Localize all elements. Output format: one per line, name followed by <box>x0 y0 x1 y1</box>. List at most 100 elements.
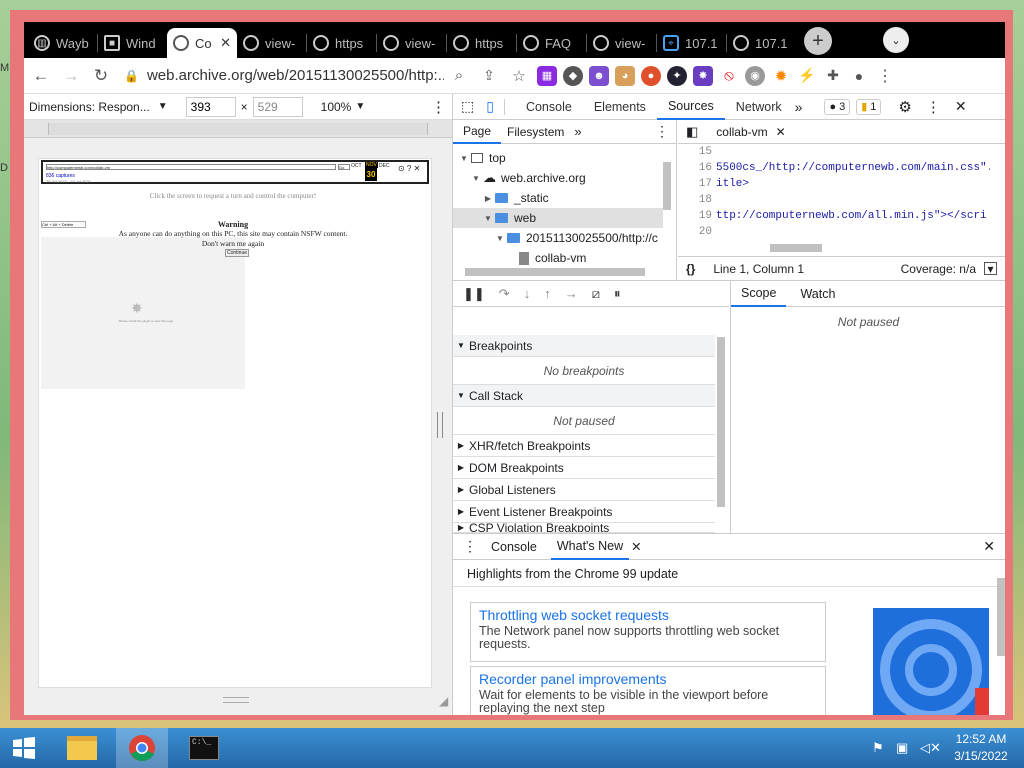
scrollbar[interactable] <box>663 162 671 210</box>
clock-date[interactable]: 3/15/2022 <box>948 749 1014 763</box>
device-toggle-icon[interactable]: ▯ <box>486 98 494 115</box>
code-line[interactable]: 19 ttp://computernewb.com/all.min.js"></s… <box>678 210 990 226</box>
step-over-icon[interactable]: ↷ <box>499 286 510 302</box>
network-icon[interactable]: ▣ <box>896 740 908 756</box>
browser-tab[interactable]: FAQ <box>517 28 586 58</box>
cal-prev-month[interactable]: OCT <box>351 163 362 169</box>
dropdown-arrow-icon[interactable]: ▼ <box>158 101 168 112</box>
extension-icon[interactable]: ◕ <box>615 65 635 86</box>
menu-kebab-icon[interactable]: ⋮ <box>655 123 669 140</box>
extension-icon[interactable]: ⚡ <box>797 65 817 86</box>
viewport-width-input[interactable] <box>185 96 236 117</box>
code-line[interactable]: 16 5500cs_/http://computernewb.com/main.c… <box>678 162 990 178</box>
section-call-stack[interactable]: ▼ Call Stack <box>453 385 715 407</box>
capture-calendar[interactable]: OCT NOV 30 DEC <box>351 162 391 183</box>
wayback-icons[interactable]: ⊙ ? ✕ <box>398 164 420 173</box>
wayback-go-button[interactable]: Go <box>338 164 350 170</box>
warnings-badge[interactable]: ▮ 1 <box>856 98 882 115</box>
tab-sources[interactable]: Sources <box>656 94 725 120</box>
dropdown-arrow-icon[interactable]: ▼ <box>355 101 365 112</box>
tree-item-folder[interactable]: ▼ 20151130025500/http://c <box>453 228 663 248</box>
close-drawer-icon[interactable]: ✕ <box>983 538 995 555</box>
extension-icon[interactable]: ☻ <box>589 65 609 86</box>
menu-kebab-icon[interactable]: ⋮ <box>431 98 446 116</box>
profile-icon[interactable]: ● <box>849 65 869 86</box>
browser-tab[interactable]: ▥ Wayb <box>28 28 97 58</box>
tab-whats-new[interactable]: What's New <box>550 534 630 560</box>
tab-filesystem[interactable]: Filesystem <box>501 125 570 139</box>
deactivate-breakpoints-icon[interactable]: ⧄ <box>592 286 600 302</box>
browser-tab[interactable]: view- <box>237 28 306 58</box>
clock-time[interactable]: 12:52 AM <box>948 732 1014 746</box>
menu-kebab-icon[interactable]: ⋮ <box>875 65 895 86</box>
browser-tab[interactable]: ■ Wind <box>98 28 167 58</box>
bookmark-star-icon[interactable]: ☆ <box>504 61 534 91</box>
close-icon[interactable]: ✕ <box>776 125 786 139</box>
wayback-url-field[interactable]: http://computernewb.com/collab-vm <box>46 164 336 170</box>
code-line[interactable]: 18 <box>678 194 990 210</box>
scrollbar[interactable] <box>717 337 725 507</box>
gear-icon[interactable]: ⚙ <box>898 98 911 116</box>
volume-muted-icon[interactable]: ◁✕ <box>920 740 941 756</box>
browser-tab[interactable]: 107.1 <box>727 28 796 58</box>
terminal-taskbar-button[interactable]: C:\_ <box>178 728 230 768</box>
menu-kebab-icon[interactable]: ⋮ <box>463 538 477 555</box>
tab-elements[interactable]: Elements <box>583 94 657 120</box>
share-icon[interactable]: ⇪ <box>474 61 504 91</box>
extensions-puzzle-icon[interactable]: ✚ <box>823 65 843 86</box>
tree-item-top[interactable]: ▼ top <box>453 148 663 168</box>
tab-watch[interactable]: Watch <box>786 287 849 301</box>
tree-item-folder[interactable]: ▶ _static <box>453 188 663 208</box>
errors-badge[interactable]: ● 3 <box>824 98 851 115</box>
scrollbar[interactable] <box>465 268 645 276</box>
inspect-element-icon[interactable]: ⬚ <box>461 98 474 115</box>
new-tab-button[interactable]: + <box>804 27 832 55</box>
tree-item-domain[interactable]: ▼ ☁ web.archive.org <box>453 168 663 188</box>
continue-button[interactable]: Continue <box>225 249 249 257</box>
more-tabs-icon[interactable]: » <box>574 124 581 139</box>
file-explorer-button[interactable] <box>58 728 106 768</box>
code-line[interactable]: 15 <box>678 146 990 162</box>
scrollbar[interactable] <box>997 578 1005 656</box>
menu-kebab-icon[interactable]: ⋮ <box>926 98 941 116</box>
toggle-navigator-icon[interactable]: ◧ <box>686 124 698 140</box>
tab-page[interactable]: Page <box>453 120 502 144</box>
browser-tab[interactable]: https <box>307 28 376 58</box>
extension-icon[interactable]: ✦ <box>667 65 687 86</box>
tab-drawer-console[interactable]: Console <box>491 540 537 554</box>
tab-scope[interactable]: Scope <box>731 281 787 307</box>
browser-tab[interactable]: view- <box>587 28 656 58</box>
browser-tab[interactable]: view- <box>377 28 446 58</box>
chrome-taskbar-button[interactable] <box>116 728 168 768</box>
pause-on-exceptions-icon[interactable]: ⏸ <box>614 286 621 302</box>
zoom-search-icon[interactable]: ⌕ <box>444 61 474 91</box>
extension-icon[interactable]: ✹ <box>771 65 791 86</box>
forward-arrow-icon[interactable]: → <box>56 61 86 91</box>
section-event-listener-breakpoints[interactable]: ▶ Event Listener Breakpoints <box>453 501 715 523</box>
extension-icon[interactable]: ● <box>641 65 661 86</box>
extension-icon[interactable]: ▦ <box>537 65 557 86</box>
tab-console[interactable]: Console <box>515 94 583 120</box>
action-center-icon[interactable]: ⚑ <box>872 740 884 756</box>
close-icon[interactable]: ✕ <box>631 539 641 554</box>
browser-tab[interactable]: ⌖ 107.1 <box>657 28 726 58</box>
start-button[interactable] <box>0 728 48 768</box>
card-title[interactable]: Recorder panel improvements <box>479 671 817 687</box>
section-xhr-breakpoints[interactable]: ▶ XHR/fetch Breakpoints <box>453 435 715 457</box>
block-icon[interactable]: ⦸ <box>719 65 739 86</box>
section-dom-breakpoints[interactable]: ▶ DOM Breakpoints <box>453 457 715 479</box>
tab-network[interactable]: Network <box>725 94 793 120</box>
close-icon[interactable]: ✕ <box>955 98 967 115</box>
code-line[interactable]: 20 <box>678 226 990 236</box>
back-arrow-icon[interactable]: ← <box>26 61 56 91</box>
close-tab-icon[interactable]: ✕ <box>220 35 231 51</box>
browser-tab[interactable]: https <box>447 28 516 58</box>
extension-icon[interactable]: ◉ <box>745 65 765 86</box>
vm-screen[interactable]: ✸ Please install the plugin to view this… <box>41 237 245 389</box>
section-breakpoints[interactable]: ▼ Breakpoints <box>453 335 715 357</box>
extension-icon[interactable]: ✸ <box>693 65 713 86</box>
whats-new-card[interactable]: Recorder panel improvements Wait for ele… <box>470 666 826 715</box>
section-global-listeners[interactable]: ▶ Global Listeners <box>453 479 715 501</box>
tree-item-file[interactable]: collab-vm <box>453 248 663 268</box>
scrollbar[interactable] <box>770 244 822 252</box>
